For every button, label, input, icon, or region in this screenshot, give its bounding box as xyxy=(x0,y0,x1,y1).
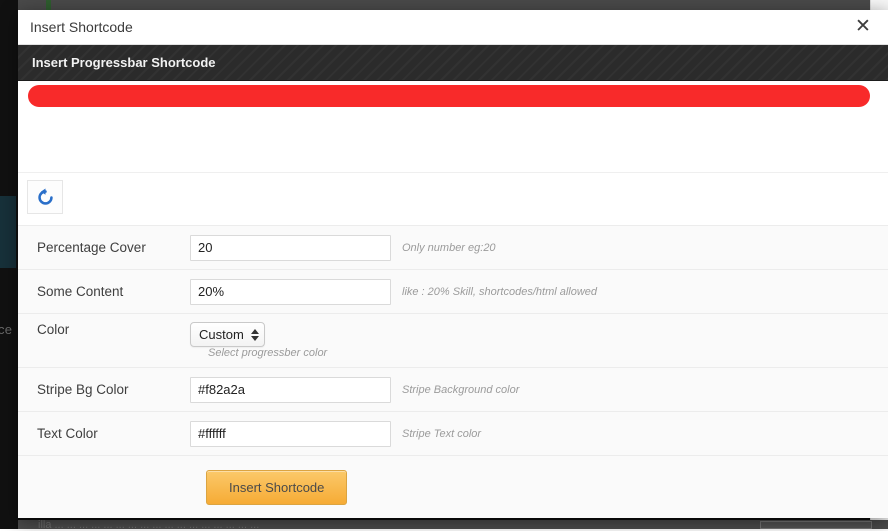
preview-toolbar xyxy=(18,173,888,225)
field-percentage-cover xyxy=(190,235,391,261)
modal-titlebar: Insert Shortcode ✕ xyxy=(18,10,888,45)
form-row-submit: Insert Shortcode xyxy=(18,456,888,518)
form-row-stripe-bg-color: Stripe Bg Color Stripe Background color xyxy=(18,368,888,412)
label-percentage-cover: Percentage Cover xyxy=(37,240,190,255)
text-color-input[interactable] xyxy=(190,421,391,447)
refresh-preview-button[interactable] xyxy=(27,180,63,214)
form-row-some-content: Some Content like : 20% Skill, shortcode… xyxy=(18,270,888,314)
insert-shortcode-button[interactable]: Insert Shortcode xyxy=(206,470,347,505)
some-content-input[interactable] xyxy=(190,279,391,305)
label-text-color: Text Color xyxy=(37,426,190,441)
progressbar-preview-area xyxy=(18,81,888,173)
shortcode-form: Percentage Cover Only number eg:20 Some … xyxy=(18,225,888,518)
background-bottom-box xyxy=(760,521,872,529)
stripe-bg-color-input[interactable] xyxy=(190,377,391,403)
modal-subheader-title: Insert Progressbar Shortcode xyxy=(32,55,216,70)
form-row-color: Color Custom Select progressber color xyxy=(18,314,888,368)
progressbar-track xyxy=(28,85,870,107)
modal-title: Insert Shortcode xyxy=(30,19,133,35)
insert-shortcode-modal: Insert Shortcode ✕ Insert Progressbar Sh… xyxy=(18,10,888,518)
color-select-wrap: Custom xyxy=(190,322,265,347)
help-stripe-bg-color: Stripe Background color xyxy=(402,384,519,396)
refresh-icon xyxy=(36,188,55,207)
form-row-text-color: Text Color Stripe Text color xyxy=(18,412,888,456)
percentage-cover-input[interactable] xyxy=(190,235,391,261)
background-left-text: ce xyxy=(0,322,12,337)
field-stripe-bg-color xyxy=(190,377,391,403)
modal-subheader: Insert Progressbar Shortcode xyxy=(18,45,888,81)
progressbar-fill xyxy=(28,85,870,107)
color-select[interactable]: Custom xyxy=(190,322,265,347)
label-stripe-bg-color: Stripe Bg Color xyxy=(37,382,190,397)
help-color: Select progressber color xyxy=(208,347,327,359)
help-some-content: like : 20% Skill, shortcodes/html allowe… xyxy=(402,286,597,298)
field-color: Custom xyxy=(190,322,391,347)
background-bottom-text: illa ... ... ... ... ... ... ... ... ...… xyxy=(38,520,758,531)
form-row-percentage-cover: Percentage Cover Only number eg:20 xyxy=(18,226,888,270)
label-color: Color xyxy=(37,322,190,337)
background-left-accent xyxy=(0,196,16,268)
close-icon[interactable]: ✕ xyxy=(852,16,874,38)
help-text-color: Stripe Text color xyxy=(402,428,481,440)
label-some-content: Some Content xyxy=(37,284,190,299)
help-percentage-cover: Only number eg:20 xyxy=(402,242,496,254)
field-some-content xyxy=(190,279,391,305)
field-text-color xyxy=(190,421,391,447)
